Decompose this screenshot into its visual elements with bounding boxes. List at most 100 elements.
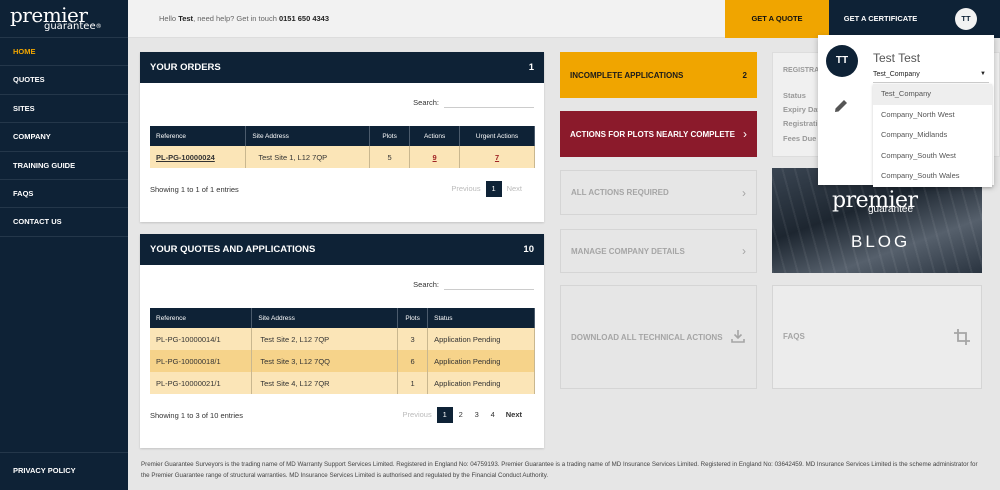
pagination-page-3[interactable]: 3 xyxy=(469,407,485,423)
order-actions-link[interactable]: 9 xyxy=(433,153,437,162)
caret-down-icon: ▼ xyxy=(980,71,986,77)
orders-table: Reference Site Address Plots Actions Urg… xyxy=(150,126,535,168)
company-option[interactable]: Company_Midlands xyxy=(873,125,992,146)
download-icon xyxy=(730,328,746,346)
pagination-previous[interactable]: Previous xyxy=(446,181,485,197)
column-header-status[interactable]: Status xyxy=(427,308,535,328)
order-reference[interactable]: PL-PG-10000024 xyxy=(150,146,247,168)
order-urgent-actions-link[interactable]: 7 xyxy=(495,153,499,162)
pencil-icon[interactable] xyxy=(832,97,850,115)
quotes-search: Search: xyxy=(413,278,534,290)
quotes-panel: YOUR QUOTES AND APPLICATIONS 10 Search: … xyxy=(140,234,544,448)
pagination-page-4[interactable]: 4 xyxy=(485,407,501,423)
company-select[interactable]: Test_Company ▼ xyxy=(873,71,989,83)
quote-site-address: Test Site 4, L12 7QR xyxy=(251,372,399,394)
logo-text-guarantee: guarantee xyxy=(44,21,96,32)
blog-logo-guarantee: guarantee xyxy=(868,204,914,215)
sidebar-item-sites[interactable]: SITES xyxy=(0,95,128,124)
actions-nearly-complete-tile[interactable]: ACTIONS FOR PLOTS NEARLY COMPLETE › xyxy=(560,111,757,157)
top-bar: Hello Test, need help? Get in touch 0151… xyxy=(128,0,1000,38)
pagination-page-2[interactable]: 2 xyxy=(453,407,469,423)
company-option[interactable]: Test_Company xyxy=(873,84,992,105)
pagination-page-1[interactable]: 1 xyxy=(485,181,502,197)
faqs-label: FAQS xyxy=(783,332,805,341)
sidebar-footer: PRIVACY POLICY xyxy=(0,452,128,490)
quote-reference[interactable]: PL-PG-10000021/1 xyxy=(150,372,253,394)
quote-reference[interactable]: PL-PG-10000014/1 xyxy=(150,328,253,350)
table-row[interactable]: PL-PG-10000018/1 Test Site 3, L12 7QQ 6 … xyxy=(150,350,535,372)
account-avatar: TT xyxy=(826,45,858,77)
table-row[interactable]: PL-PG-10000024 Test Site 1, L12 7QP 5 9 … xyxy=(150,146,535,168)
quote-status: Application Pending xyxy=(427,350,535,372)
incomplete-applications-label: INCOMPLETE APPLICATIONS xyxy=(570,70,684,80)
quotes-search-label: Search: xyxy=(413,279,439,289)
table-row[interactable]: PL-PG-10000021/1 Test Site 4, L12 7QR 1 … xyxy=(150,372,535,394)
footer-legal-text: Premier Guarantee Surveyors is the tradi… xyxy=(141,461,978,479)
company-option[interactable]: Company_South West xyxy=(873,146,992,167)
sidebar-item-quotes[interactable]: QUOTES xyxy=(0,66,128,95)
pagination-next[interactable]: Next xyxy=(501,407,527,423)
quote-site-address: Test Site 2, L12 7QP xyxy=(251,328,399,350)
quotes-entries-info: Showing 1 to 3 of 10 entries xyxy=(150,411,243,420)
avatar-button[interactable]: TT xyxy=(955,8,977,30)
faqs-tile[interactable]: FAQS xyxy=(772,285,982,389)
pagination-previous[interactable]: Previous xyxy=(398,407,437,423)
quote-status: Application Pending xyxy=(427,372,535,394)
quotes-search-input[interactable] xyxy=(444,278,534,290)
download-technical-actions-tile[interactable]: DOWNLOAD ALL TECHNICAL ACTIONS xyxy=(560,285,757,389)
registration-fees-due-label: Fees Due xyxy=(783,134,817,143)
all-actions-required-tile[interactable]: ALL ACTIONS REQUIRED › xyxy=(560,170,757,215)
sidebar-item-training-guide[interactable]: TRAINING GUIDE xyxy=(0,152,128,180)
account-dropdown: TT Test Test Test_Company ▼ Test_Company… xyxy=(818,35,994,187)
column-header-site-address[interactable]: Site Address xyxy=(251,308,399,328)
logo-registered-mark: ® xyxy=(95,23,102,30)
column-header-reference[interactable]: Reference xyxy=(150,308,253,328)
company-select-value: Test_Company xyxy=(873,71,920,78)
quotes-table: Reference Site Address Plots Status PL-P… xyxy=(150,308,535,394)
orders-pagination: Previous 1 Next xyxy=(446,181,527,197)
orders-title: YOUR ORDERS xyxy=(150,62,221,73)
pagination-page-1[interactable]: 1 xyxy=(436,407,453,423)
get-a-quote-button[interactable]: GET A QUOTE xyxy=(725,0,829,38)
help-phone-number[interactable]: 0151 650 4343 xyxy=(279,14,329,23)
column-header-reference[interactable]: Reference xyxy=(150,126,247,146)
column-header-plots[interactable]: Plots xyxy=(397,308,429,328)
column-header-urgent-actions[interactable]: Urgent Actions xyxy=(459,126,535,146)
manage-company-details-tile[interactable]: MANAGE COMPANY DETAILS › xyxy=(560,229,757,273)
quote-plots: 3 xyxy=(397,328,429,350)
sidebar: premier guarantee® HOME QUOTES SITES COM… xyxy=(0,0,128,490)
logo[interactable]: premier guarantee® xyxy=(0,0,128,38)
quote-site-address: Test Site 3, L12 7QQ xyxy=(251,350,399,372)
orders-entries-info: Showing 1 to 1 of 1 entries xyxy=(150,185,239,194)
sidebar-item-privacy-policy[interactable]: PRIVACY POLICY xyxy=(0,453,128,489)
sidebar-item-contact-us[interactable]: CONTACT US xyxy=(0,208,128,237)
column-header-plots[interactable]: Plots xyxy=(369,126,411,146)
help-text: Hello Test, need help? Get in touch 0151… xyxy=(159,14,329,23)
pagination-next[interactable]: Next xyxy=(502,181,527,197)
account-name: Test Test xyxy=(873,51,921,65)
incomplete-applications-count: 2 xyxy=(742,70,747,80)
sidebar-item-faqs[interactable]: FAQS xyxy=(0,180,128,209)
get-a-certificate-button[interactable]: GET A CERTIFICATE xyxy=(829,0,932,38)
quote-reference[interactable]: PL-PG-10000018/1 xyxy=(150,350,253,372)
all-actions-required-label: ALL ACTIONS REQUIRED xyxy=(571,188,669,197)
quotes-pagination: Previous 1 2 3 4 Next xyxy=(398,407,527,423)
hello-text: Hello xyxy=(159,14,177,23)
column-header-site-address[interactable]: Site Address xyxy=(245,126,371,146)
incomplete-applications-tile[interactable]: INCOMPLETE APPLICATIONS 2 xyxy=(560,52,757,98)
sidebar-item-home[interactable]: HOME xyxy=(0,38,128,67)
chevron-right-icon: › xyxy=(742,244,746,258)
sidebar-item-company[interactable]: COMPANY xyxy=(0,123,128,152)
column-header-actions[interactable]: Actions xyxy=(409,126,461,146)
company-option[interactable]: Company_South Wales xyxy=(873,166,992,187)
chevron-right-icon: › xyxy=(742,185,746,200)
orders-search-input[interactable] xyxy=(444,96,534,108)
company-option[interactable]: Company_North West xyxy=(873,105,992,126)
actions-nearly-complete-label: ACTIONS FOR PLOTS NEARLY COMPLETE xyxy=(570,129,735,139)
order-plots: 5 xyxy=(369,146,411,168)
company-options: Test_Company Company_North West Company_… xyxy=(873,84,992,187)
table-row[interactable]: PL-PG-10000014/1 Test Site 2, L12 7QP 3 … xyxy=(150,328,535,350)
quote-plots: 1 xyxy=(397,372,429,394)
crop-icon xyxy=(953,328,971,348)
user-first-name: Test xyxy=(178,14,194,23)
